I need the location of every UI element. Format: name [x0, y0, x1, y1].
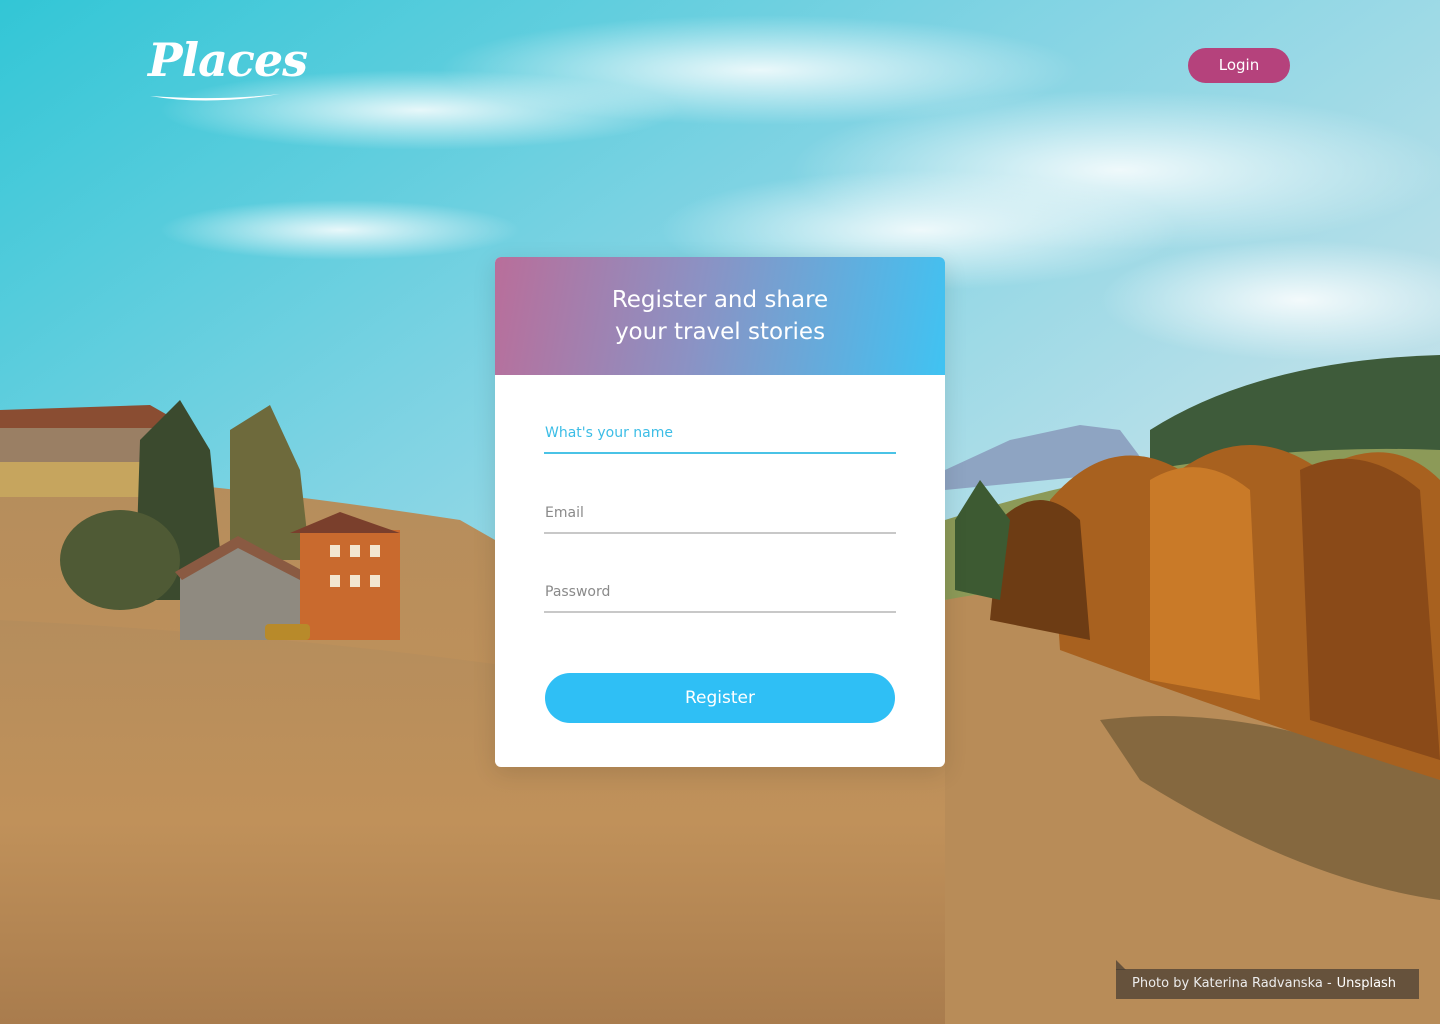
- card-title-line-2: your travel stories: [614, 319, 826, 345]
- register-card: Register and share your travel stories R…: [495, 257, 945, 767]
- card-title: Register and share your travel stories: [590, 284, 850, 348]
- email-input[interactable]: [544, 494, 896, 534]
- password-input[interactable]: [544, 573, 896, 613]
- register-button[interactable]: Register: [545, 673, 895, 723]
- places-logo[interactable]: Places: [148, 30, 308, 110]
- card-header: Register and share your travel stories: [495, 257, 945, 375]
- name-input[interactable]: [544, 414, 896, 454]
- logo-swoosh-icon: [150, 94, 280, 101]
- card-title-line-1: Register and share: [611, 287, 829, 313]
- photo-credit: Photo by Katerina Radvanska - Unsplash: [1116, 969, 1419, 999]
- logo-text: Places: [148, 33, 308, 87]
- photo-credit-text: Photo by Katerina Radvanska -: [1132, 976, 1332, 991]
- unsplash-link[interactable]: Unsplash: [1337, 976, 1396, 991]
- login-button[interactable]: Login: [1188, 48, 1290, 83]
- registration-page: Places Login Register and share your tra…: [0, 0, 1440, 1024]
